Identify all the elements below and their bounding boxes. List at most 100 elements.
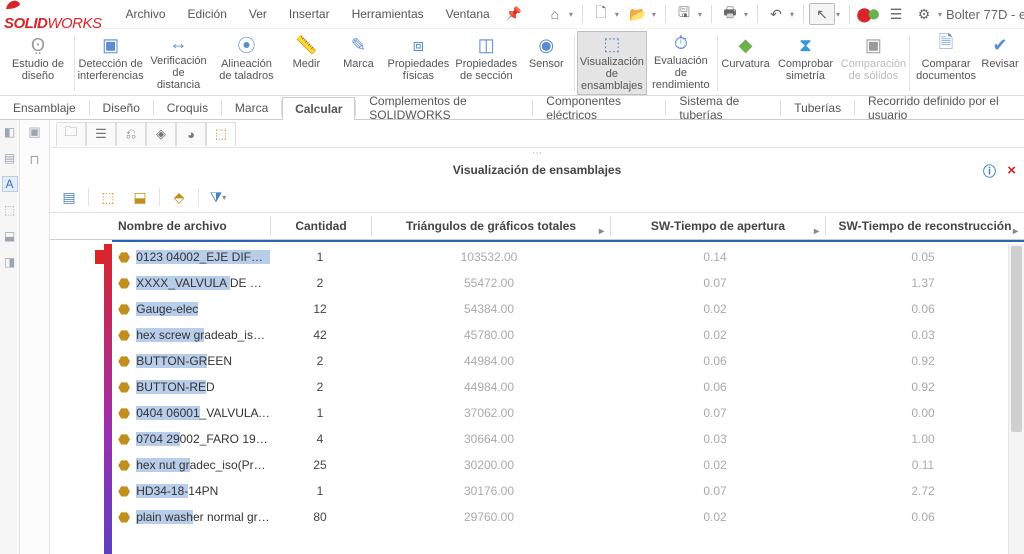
cell-rebuild-time: 2.72 — [822, 484, 1024, 498]
col-header-qty[interactable]: Cantidad — [271, 219, 371, 233]
ribbon-revisar[interactable]: ✔ Revisar — [980, 31, 1020, 95]
table-row[interactable]: ⬣XXXX_VALVULA DE DIRECCIO...255472.000.0… — [50, 270, 1024, 296]
fm-tab-6-icon[interactable]: ◨ — [2, 254, 18, 270]
performance-icon: ⏱ — [669, 33, 693, 54]
table-row[interactable]: ⬣plain washer normal grade a...8029760.0… — [50, 504, 1024, 530]
tab-diseno[interactable]: Diseño — [90, 96, 153, 119]
new-doc-icon[interactable]: 🗋 — [588, 3, 614, 25]
cell-quantity: 42 — [270, 328, 370, 342]
tab-calcular[interactable]: Calcular — [282, 97, 355, 120]
panel-help-icon[interactable]: ⓘ — [983, 161, 996, 180]
col-header-triangles[interactable]: Triángulos de gráficos totales▸ — [372, 219, 610, 233]
table-row[interactable]: ⬣BUTTON-RED244984.000.060.92 — [50, 374, 1024, 400]
part-icon: ⬣ — [118, 379, 130, 396]
traffic-light-icon[interactable]: ⬤⬤ — [855, 3, 881, 25]
table-row[interactable]: ⬣hex nut gradec_iso(PreviewCf...2530200.… — [50, 452, 1024, 478]
symmetry-icon: ⧗ — [793, 33, 817, 57]
ribbon-interferencias[interactable]: ▣ Detección de interferencias — [77, 31, 145, 95]
menu-ver[interactable]: Ver — [239, 4, 277, 24]
col-header-rebuild-time[interactable]: SW-Tiempo de reconstrucción▸ — [826, 219, 1024, 233]
ribbon-estudio-diseno[interactable]: ʘ̤ Estudio de diseño — [4, 31, 72, 95]
app-logo: SOLIDWORKS — [4, 0, 102, 32]
save-icon[interactable]: 🖫 — [671, 3, 697, 25]
col-header-name[interactable]: Nombre de archivo — [50, 219, 270, 233]
chevron-right-icon[interactable]: ▸ — [1013, 226, 1018, 237]
scrollbar-thumb[interactable] — [1011, 246, 1022, 432]
cell-filename: ⬣0404 06001_VALVULA DE DIR... — [50, 405, 270, 422]
options-list-icon[interactable]: ☰ — [883, 3, 909, 25]
settings-gear-icon[interactable]: ⚙ — [911, 3, 937, 25]
panel-close-icon[interactable]: × — [1007, 162, 1016, 179]
fm-tab-3-icon[interactable]: A — [2, 176, 18, 192]
cell-triangles: 45780.00 — [370, 328, 608, 342]
ptab-display-icon[interactable]: ◈ — [146, 122, 176, 146]
home-icon[interactable]: ⌂ — [542, 3, 568, 25]
col-header-open-time[interactable]: SW-Tiempo de apertura▸ — [611, 219, 825, 233]
filename-text: BUTTON-RED — [136, 380, 214, 394]
curvature-icon: ◆ — [734, 33, 758, 57]
open-doc-icon[interactable]: 📂 — [625, 3, 651, 25]
fm2-a-icon[interactable]: ▣ — [28, 124, 40, 140]
fm-tab-4-icon[interactable]: ⬚ — [2, 202, 18, 218]
chevron-right-icon[interactable]: ▸ — [814, 226, 819, 237]
fm-tab-5-icon[interactable]: ⬓ — [2, 228, 18, 244]
cell-rebuild-time: 0.92 — [822, 354, 1024, 368]
filter-flat-nested-icon[interactable]: ▤ — [56, 185, 82, 209]
vertical-scrollbar[interactable] — [1008, 244, 1024, 554]
filter-funnel-icon[interactable]: ⧩▾ — [205, 185, 231, 209]
filter-btn1-icon[interactable]: ⬚ — [95, 185, 121, 209]
pin-icon[interactable]: 📌 — [506, 6, 522, 22]
menu-edicion[interactable]: Edición — [178, 4, 237, 24]
ptab-pie-icon[interactable]: ◕ — [176, 122, 206, 146]
table-row[interactable]: ⬣0404 06001_VALVULA DE DIR...137062.000.… — [50, 400, 1024, 426]
ribbon-rendimiento[interactable]: ⏱ Evaluación de rendimiento — [647, 31, 715, 95]
ptab-tree-icon[interactable]: 🗀 — [56, 122, 86, 146]
cell-triangles: 30200.00 — [370, 458, 608, 472]
ribbon-marca[interactable]: ✎ Marca — [332, 31, 384, 95]
cell-filename: ⬣0123 04002_EJE DIFERENCIAL... — [50, 249, 270, 266]
cell-rebuild-time: 0.03 — [822, 328, 1024, 342]
menu-insertar[interactable]: Insertar — [279, 4, 340, 24]
ptab-list-icon[interactable]: ☰ — [86, 122, 116, 146]
ribbon-curvatura[interactable]: ◆ Curvatura — [720, 31, 772, 95]
cell-quantity: 1 — [270, 250, 370, 264]
select-cursor-icon[interactable]: ↖ — [809, 3, 835, 25]
table-row[interactable]: ⬣hex screw gradeab_iso(Previ...4245780.0… — [50, 322, 1024, 348]
ribbon-comparar-documentos[interactable]: 🗎 Comparar documentos — [912, 31, 980, 95]
ribbon-simetria[interactable]: ⧗ Comprobar simetría — [772, 31, 840, 95]
table-row[interactable]: ⬣BUTTON-GREEN244984.000.060.92 — [50, 348, 1024, 374]
ribbon-distancia[interactable]: ↔ Verificación de distancia — [145, 31, 213, 95]
ptab-viz-icon[interactable]: ⬚ — [206, 122, 236, 146]
tab-tuberias[interactable]: Tuberías — [781, 96, 854, 119]
tab-marca[interactable]: Marca — [222, 96, 281, 119]
ptab-config-icon[interactable]: ⎌ — [116, 122, 146, 146]
menu-archivo[interactable]: Archivo — [116, 4, 176, 24]
ribbon-visualizacion-ensamblajes[interactable]: ⬚ Visualización de ensamblajes — [577, 31, 647, 95]
table-row[interactable]: ⬣0123 04002_EJE DIFERENCIAL...1103532.00… — [50, 244, 1024, 270]
ribbon-propiedades-fisicas[interactable]: ⧈ Propiedades físicas — [384, 31, 452, 95]
overflow-indicator: ⋯ — [50, 148, 1024, 158]
logo-works: WORKS — [47, 15, 101, 32]
tab-croquis[interactable]: Croquis — [154, 96, 221, 119]
ribbon-propiedades-seccion[interactable]: ◫ Propiedades de sección — [452, 31, 520, 95]
tab-ensamblaje[interactable]: Ensamblaje — [0, 96, 89, 119]
cell-rebuild-time: 0.06 — [822, 510, 1024, 524]
fm2-b-icon[interactable]: ⊓ — [29, 152, 39, 168]
cell-filename: ⬣HD34-18-14PN — [50, 483, 270, 500]
table-row[interactable]: ⬣HD34-18-14PN130176.000.072.72 — [50, 478, 1024, 504]
ribbon-medir[interactable]: 📏 Medir — [280, 31, 332, 95]
table-row[interactable]: ⬣Gauge-elec1254384.000.020.06 — [50, 296, 1024, 322]
chevron-right-icon[interactable]: ▸ — [599, 226, 604, 237]
print-icon[interactable]: 🖶 — [717, 3, 743, 25]
filter-btn2-icon[interactable]: ⬓ — [127, 185, 153, 209]
cell-filename: ⬣hex screw gradeab_iso(Previ... — [50, 327, 270, 344]
undo-icon[interactable]: ↶ — [763, 3, 789, 25]
ribbon-taladros[interactable]: ⦿ Alineación de taladros — [212, 31, 280, 95]
table-row[interactable]: ⬣0704 29002_FARO 19869-elec430664.000.03… — [50, 426, 1024, 452]
menu-herramientas[interactable]: Herramientas — [342, 4, 434, 24]
ribbon-sensor[interactable]: ◉ Sensor — [520, 31, 572, 95]
menu-ventana[interactable]: Ventana — [436, 4, 500, 24]
fm-tab-1-icon[interactable]: ◧ — [2, 124, 18, 140]
fm-tab-2-icon[interactable]: ▤ — [2, 150, 18, 166]
filter-btn3-icon[interactable]: ⬘ — [166, 185, 192, 209]
